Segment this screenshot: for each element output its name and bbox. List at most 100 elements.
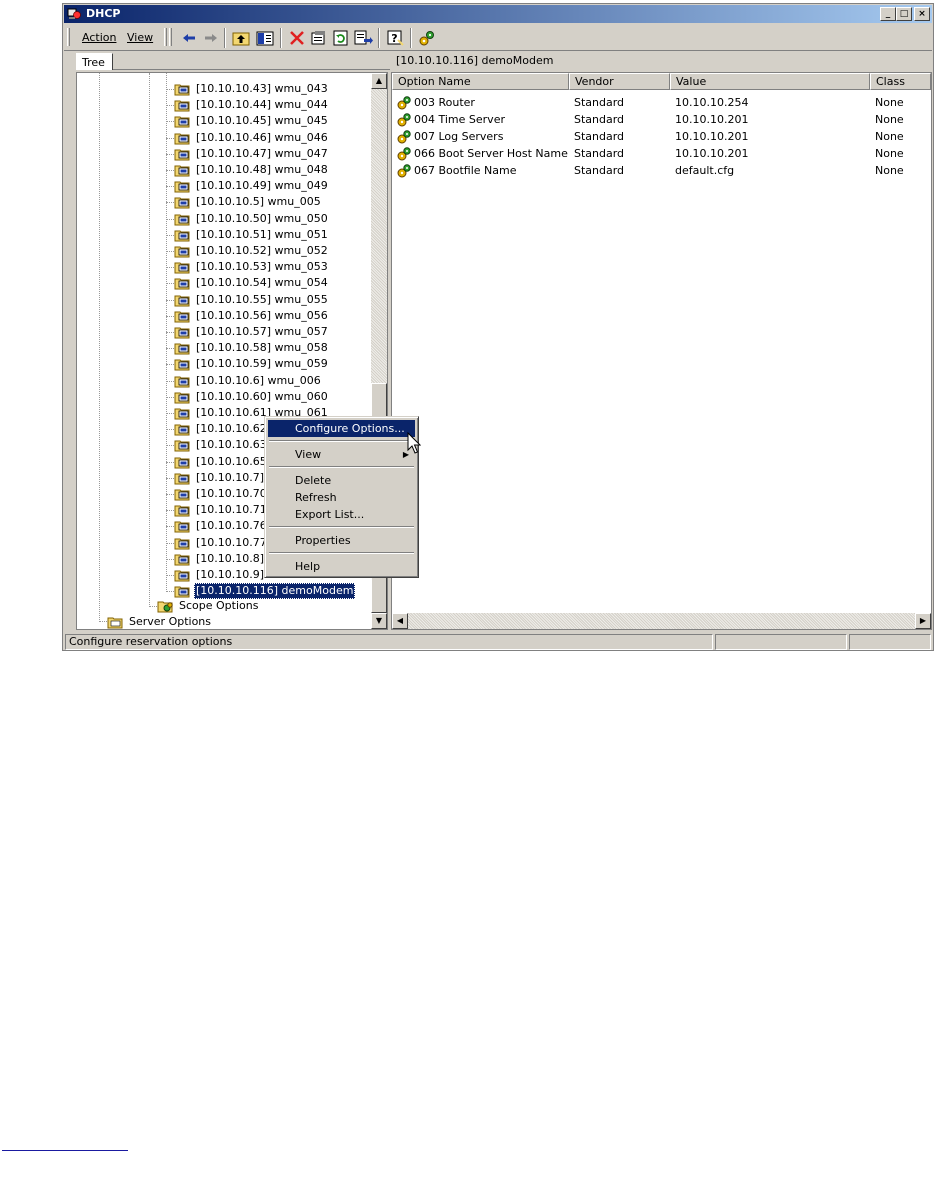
tree-guide-branch	[166, 235, 174, 236]
reservation-icon	[174, 327, 190, 339]
tab-tree[interactable]: Tree	[76, 53, 113, 70]
reservation-icon	[174, 440, 190, 452]
scope-options-icon	[157, 601, 173, 613]
option-name-cell: 004 Time Server	[414, 113, 505, 126]
help-button[interactable]: ?	[384, 28, 406, 48]
column-header-class[interactable]: Class	[870, 73, 931, 90]
column-header-value[interactable]: Value	[670, 73, 870, 90]
reservation-icon	[174, 586, 190, 598]
tree-guide-branch	[166, 170, 174, 171]
reservation-icon	[174, 554, 190, 566]
delete-button[interactable]	[286, 28, 308, 48]
toolbar-grip[interactable]	[164, 28, 167, 46]
menu-item-refresh[interactable]: Refresh	[268, 489, 415, 506]
class-cell: None	[875, 147, 904, 160]
tree-guide-branch	[166, 397, 174, 398]
tree-item-label: [10.10.10.55] wmu_055	[196, 293, 328, 306]
tree-item-label: [10.10.10.47] wmu_047	[196, 147, 328, 160]
reservation-icon	[174, 84, 190, 96]
forward-arrow-icon	[205, 34, 217, 42]
tree-item-label: [10.10.10.60] wmu_060	[196, 390, 328, 403]
tree-guide-branch	[166, 300, 174, 301]
menu-item-delete[interactable]: Delete	[268, 472, 415, 489]
dhcp-window: DHCP _ □ × Action View ? Tree [10.10.10.…	[62, 3, 934, 651]
menu-grip[interactable]	[67, 28, 70, 46]
reservation-icon	[174, 262, 190, 274]
dhcp-option-icon	[397, 130, 411, 144]
option-name-cell: 003 Router	[414, 96, 475, 109]
menu-item-view[interactable]: View ▶	[268, 446, 415, 463]
tree-item-label: [10.10.10.116] demoModem	[194, 583, 356, 599]
forward-button[interactable]	[200, 28, 222, 48]
reservation-icon	[174, 570, 190, 582]
help-icon: ?	[387, 30, 404, 46]
table-row[interactable]: 066 Boot Server Host Name Standard 10.10.1…	[392, 145, 931, 162]
table-row[interactable]: 007 Log Servers Standard 10.10.10.201 None	[392, 128, 931, 145]
tree-guide-scope	[149, 73, 150, 607]
menu-separator	[269, 466, 414, 468]
table-row[interactable]: 067 Bootfile Name Standard default.cfg None	[392, 162, 931, 179]
dhcp-options-button[interactable]	[416, 28, 438, 48]
tree-guide-branch	[166, 591, 174, 592]
export-list-button[interactable]	[352, 28, 374, 48]
column-header-vendor[interactable]: Vendor	[569, 73, 670, 90]
tree-guide-branch	[166, 445, 174, 446]
footer-rule	[2, 1150, 128, 1151]
table-row[interactable]: 004 Time Server Standard 10.10.10.201 None	[392, 111, 931, 128]
menu-item-export-list[interactable]: Export List...	[268, 506, 415, 523]
tree-guide-branch	[166, 413, 174, 414]
reservation-icon	[174, 424, 190, 436]
status-bar: Configure reservation options	[64, 633, 932, 651]
minimize-button[interactable]: _	[880, 7, 896, 21]
scroll-left-button[interactable]: ◀	[392, 613, 408, 629]
tree-guide-branch	[166, 364, 174, 365]
tree-item-label: [10.10.10.43] wmu_043	[196, 82, 328, 95]
menu-item-properties[interactable]: Properties	[268, 532, 415, 549]
reservation-icon	[174, 149, 190, 161]
close-button[interactable]: ×	[914, 7, 930, 21]
option-name-cell: 007 Log Servers	[414, 130, 504, 143]
vendor-cell: Standard	[574, 113, 625, 126]
scroll-down-button[interactable]: ▼	[371, 613, 387, 629]
scroll-right-button[interactable]: ▶	[915, 613, 931, 629]
column-header-option-name[interactable]: Option Name	[392, 73, 569, 90]
tree-item-label: Scope Options	[179, 599, 259, 612]
tree-guide-scope-options	[149, 606, 157, 607]
value-cell: 10.10.10.254	[675, 96, 749, 109]
options-list-pane[interactable]: Option Name Vendor Value Class 003 Route…	[391, 72, 932, 630]
scroll-up-button[interactable]: ▲	[371, 73, 387, 89]
back-button[interactable]	[178, 28, 200, 48]
reservation-icon	[174, 457, 190, 469]
tree-item-label: [10.10.10.44] wmu_044	[196, 98, 328, 111]
tree-guide-branch	[166, 316, 174, 317]
maximize-button[interactable]: □	[896, 7, 912, 21]
tree-item-label: [10.10.10.59] wmu_059	[196, 357, 328, 370]
toolbar-separator-2	[280, 28, 282, 48]
show-hide-tree-button[interactable]	[254, 28, 276, 48]
reservation-icon	[174, 246, 190, 258]
tree-item-label: [10.10.10.57] wmu_057	[196, 325, 328, 338]
properties-button[interactable]	[308, 28, 330, 48]
title-bar[interactable]: DHCP _ □ ×	[64, 5, 932, 23]
reservation-icon	[174, 392, 190, 404]
tab-line	[113, 69, 390, 70]
table-row[interactable]: 003 Router Standard 10.10.10.254 None	[392, 94, 931, 111]
tree-guide-branch	[166, 478, 174, 479]
tree-guide-server-options	[99, 621, 107, 622]
status-panel-3	[849, 634, 931, 650]
menu-view[interactable]: View	[127, 31, 153, 44]
toolbar-grip-2	[169, 28, 172, 46]
folder-icon	[107, 617, 123, 629]
menu-item-help[interactable]: Help	[268, 558, 415, 575]
refresh-button[interactable]	[330, 28, 352, 48]
class-cell: None	[875, 113, 904, 126]
class-cell: None	[875, 96, 904, 109]
mouse-pointer-icon	[407, 432, 421, 454]
tree-guide-branch	[166, 89, 174, 90]
menu-action[interactable]: Action	[82, 31, 116, 44]
list-horizontal-scrollbar[interactable]: ◀ ▶	[392, 613, 931, 629]
delete-icon	[290, 31, 304, 45]
tree-guide-branch	[166, 575, 174, 576]
up-one-level-button[interactable]	[230, 28, 252, 48]
menu-item-configure-options[interactable]: Configure Options...	[268, 420, 415, 437]
